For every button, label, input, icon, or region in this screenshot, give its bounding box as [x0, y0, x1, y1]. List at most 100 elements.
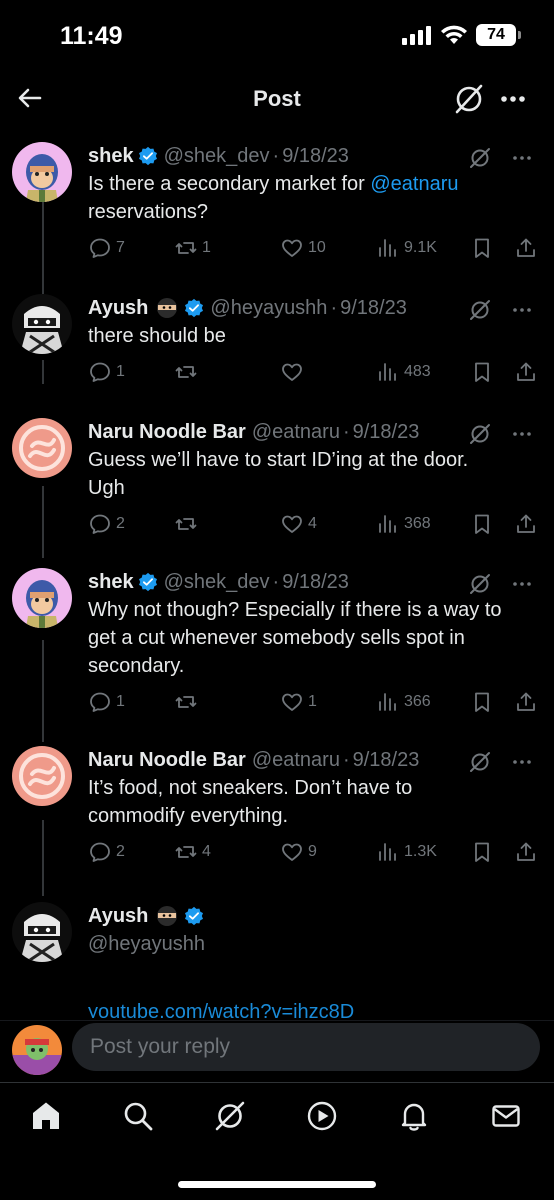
more-options-icon[interactable]: [496, 82, 530, 116]
author-name[interactable]: Naru Noodle Bar: [88, 746, 246, 774]
author-handle[interactable]: @eatnaru: [252, 418, 340, 446]
more-options-icon[interactable]: [510, 750, 534, 774]
thread: shek @shek_dev · 9/18/23 Is there a seco…: [0, 128, 554, 1020]
views-icon: [379, 363, 396, 381]
grok-icon[interactable]: [452, 82, 486, 116]
grok-icon[interactable]: [468, 422, 492, 446]
user-avatar-icon: [12, 1025, 62, 1075]
ninja-emoji-icon: [157, 906, 178, 926]
thread-line: [42, 820, 44, 896]
views-button[interactable]: 9.1K: [376, 234, 437, 262]
avatar-shek[interactable]: [12, 142, 72, 202]
separator-dot: ·: [342, 749, 350, 771]
text-line: Ugh: [88, 477, 125, 499]
ninja-avatar-icon: [12, 902, 72, 962]
repost-button[interactable]: [174, 688, 202, 716]
grok-icon[interactable]: [468, 298, 492, 322]
share-button[interactable]: [514, 688, 538, 716]
avatar-naru[interactable]: [12, 746, 72, 806]
wifi-icon: [441, 25, 467, 44]
notifications-icon[interactable]: [397, 1099, 431, 1133]
search-icon[interactable]: [121, 1099, 155, 1133]
reply-count: 1: [116, 363, 125, 380]
heart-icon: [282, 843, 302, 861]
author-name[interactable]: Ayush: [88, 902, 148, 930]
views-button[interactable]: 1.3K: [376, 838, 437, 866]
more-options-icon[interactable]: [510, 422, 534, 446]
repost-button[interactable]: [174, 510, 202, 538]
thread-line: [42, 486, 44, 558]
messages-icon[interactable]: [489, 1099, 523, 1133]
text-line: get a cut whenever somebody sells spot i…: [88, 627, 465, 649]
bookmark-button[interactable]: [470, 358, 494, 386]
like-button[interactable]: 4: [280, 510, 317, 538]
grok-icon[interactable]: [468, 572, 492, 596]
like-button[interactable]: [280, 358, 308, 386]
reply-count: 2: [116, 843, 125, 860]
naru-logo-icon: [12, 418, 72, 478]
author-handle[interactable]: @heyayushh: [88, 930, 540, 958]
grok-icon[interactable]: [213, 1099, 247, 1133]
reply-button[interactable]: 1: [88, 358, 125, 386]
share-button[interactable]: [514, 838, 538, 866]
like-button[interactable]: 10: [280, 234, 326, 262]
reply-button[interactable]: 1: [88, 688, 125, 716]
text-line: Is there a secondary market for: [88, 173, 371, 195]
author-name[interactable]: Naru Noodle Bar: [88, 418, 246, 446]
bookmark-button[interactable]: [470, 510, 494, 538]
like-count: 4: [308, 515, 317, 532]
repost-button[interactable]: [174, 358, 202, 386]
bookmark-button[interactable]: [470, 688, 494, 716]
mention-link[interactable]: @eatnaru: [370, 173, 458, 195]
bookmark-button[interactable]: [470, 234, 494, 262]
share-button[interactable]: [514, 510, 538, 538]
author-name[interactable]: Ayush: [88, 294, 148, 322]
views-button[interactable]: 366: [376, 688, 431, 716]
author-name[interactable]: shek: [88, 568, 134, 596]
repost-button[interactable]: 1: [174, 234, 211, 262]
link-preview-text[interactable]: youtube.com/watch?v=ihzc8D: [88, 998, 354, 1018]
my-avatar[interactable]: [12, 1025, 62, 1075]
post-date: 9/18/23: [352, 749, 420, 771]
more-options-icon[interactable]: [510, 572, 534, 596]
thread-line: [42, 360, 44, 384]
share-button[interactable]: [514, 358, 538, 386]
views-button[interactable]: 483: [376, 358, 431, 386]
author-handle[interactable]: @heyayushh: [210, 294, 327, 322]
repost-icon: [175, 242, 197, 254]
author-handle[interactable]: @shek_dev: [164, 142, 270, 170]
home-icon[interactable]: [29, 1099, 63, 1133]
like-count: 1: [308, 693, 317, 710]
share-icon: [517, 362, 535, 381]
tweet-text: Is there a secondary market for @eatnaru…: [88, 170, 540, 226]
like-count: 10: [308, 239, 326, 256]
reply-count: 1: [116, 693, 125, 710]
thread-line: [42, 640, 44, 742]
views-button[interactable]: 368: [376, 510, 431, 538]
grok-icon[interactable]: [468, 146, 492, 170]
bookmark-button[interactable]: [470, 838, 494, 866]
share-button[interactable]: [514, 234, 538, 262]
like-button[interactable]: 1: [280, 688, 317, 716]
more-options-icon[interactable]: [510, 298, 534, 322]
repost-icon: [175, 846, 197, 858]
reply-icon: [90, 842, 110, 862]
reply-input[interactable]: [72, 1023, 540, 1071]
author-handle[interactable]: @shek_dev: [164, 568, 270, 596]
like-button[interactable]: 9: [280, 838, 317, 866]
reply-button[interactable]: 2: [88, 838, 125, 866]
avatar-shek[interactable]: [12, 568, 72, 628]
separator-dot: ·: [330, 297, 338, 319]
grok-icon[interactable]: [468, 750, 492, 774]
author-handle[interactable]: @eatnaru: [252, 746, 340, 774]
home-indicator: [178, 1181, 376, 1188]
video-icon[interactable]: [305, 1099, 339, 1133]
more-options-icon[interactable]: [510, 146, 534, 170]
repost-button[interactable]: 4: [174, 838, 211, 866]
avatar-naru[interactable]: [12, 418, 72, 478]
avatar-ayush[interactable]: [12, 902, 72, 962]
author-name[interactable]: shek: [88, 142, 134, 170]
avatar-ayush[interactable]: [12, 294, 72, 354]
reply-button[interactable]: 2: [88, 510, 125, 538]
reply-button[interactable]: 7: [88, 234, 125, 262]
